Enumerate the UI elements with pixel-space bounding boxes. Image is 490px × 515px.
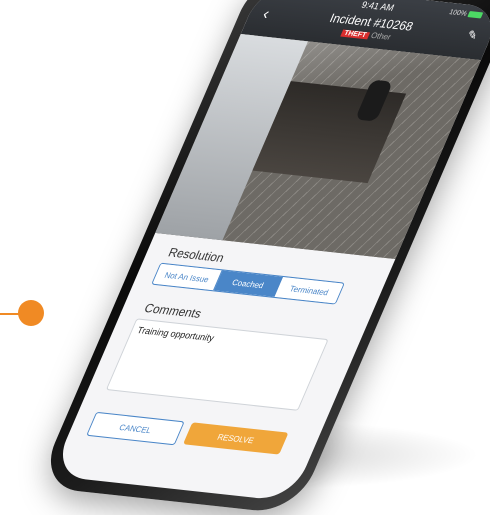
resolve-button[interactable]: RESOLVE — [183, 422, 289, 455]
comments-textarea[interactable]: Training opportunity — [105, 318, 329, 411]
status-time: 9:41 AM — [359, 0, 396, 13]
cancel-button[interactable]: CANCEL — [86, 411, 185, 446]
status-indicators: 100% — [448, 9, 484, 20]
phone-screen: 9:41 AM 100% ‹ ✎ Incident #10268 THEFT O… — [50, 0, 490, 502]
phone-frame: 9:41 AM 100% ‹ ✎ Incident #10268 THEFT O… — [36, 0, 490, 515]
phone-mockup: 9:41 AM 100% ‹ ✎ Incident #10268 THEFT O… — [32, 0, 490, 515]
camera-footage[interactable] — [155, 34, 481, 260]
category-badge: THEFT — [339, 29, 371, 40]
resolution-option-not-an-issue[interactable]: Not An Issue — [152, 263, 223, 291]
resolution-option-terminated[interactable]: Terminated — [274, 277, 344, 304]
comments-label: Comments — [142, 300, 204, 321]
resolution-label: Resolution — [166, 245, 227, 266]
resolution-option-coached[interactable]: Coached — [213, 270, 284, 297]
subcategory-label: Other — [369, 30, 393, 42]
battery-percent: 100% — [447, 8, 468, 18]
battery-icon — [467, 11, 484, 19]
resolution-segmented-control: Not An Issue Coached Terminated — [151, 262, 345, 305]
